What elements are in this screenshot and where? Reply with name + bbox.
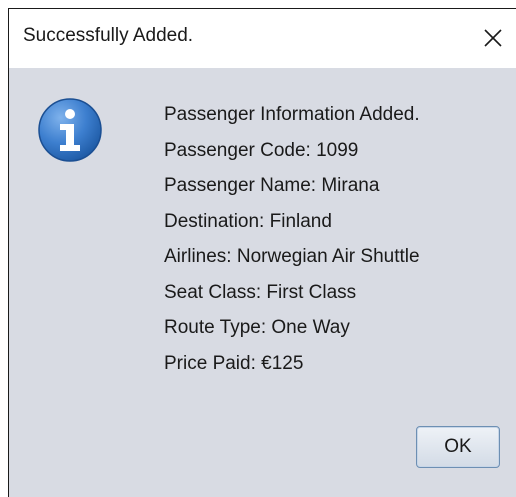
close-icon [484,29,502,47]
message-line: Passenger Name: Mirana [164,175,380,196]
message-line: Passenger Information Added. [164,104,420,125]
message-line: Airlines: Norwegian Air Shuttle [164,246,420,267]
message-dialog: Successfully Added. Passenger Informatio… [8,8,516,497]
message-line: Destination: Finland [164,210,332,232]
dialog-content: Passenger Information Added. Passenger C… [9,68,516,497]
message-line: Passenger Code: 1099 [164,139,359,161]
info-icon [38,98,102,162]
message-text: Passenger Information Added. Passenger C… [164,97,420,381]
dialog-title: Successfully Added. [23,25,194,46]
message-line: Price Paid: €125 [164,352,304,374]
message-line: Seat Class: First Class [164,281,357,303]
ok-button[interactable]: OK [416,426,500,468]
close-button[interactable] [462,9,516,68]
title-bar: Successfully Added. [9,9,516,68]
message-line: Route Type: One Way [164,317,350,338]
